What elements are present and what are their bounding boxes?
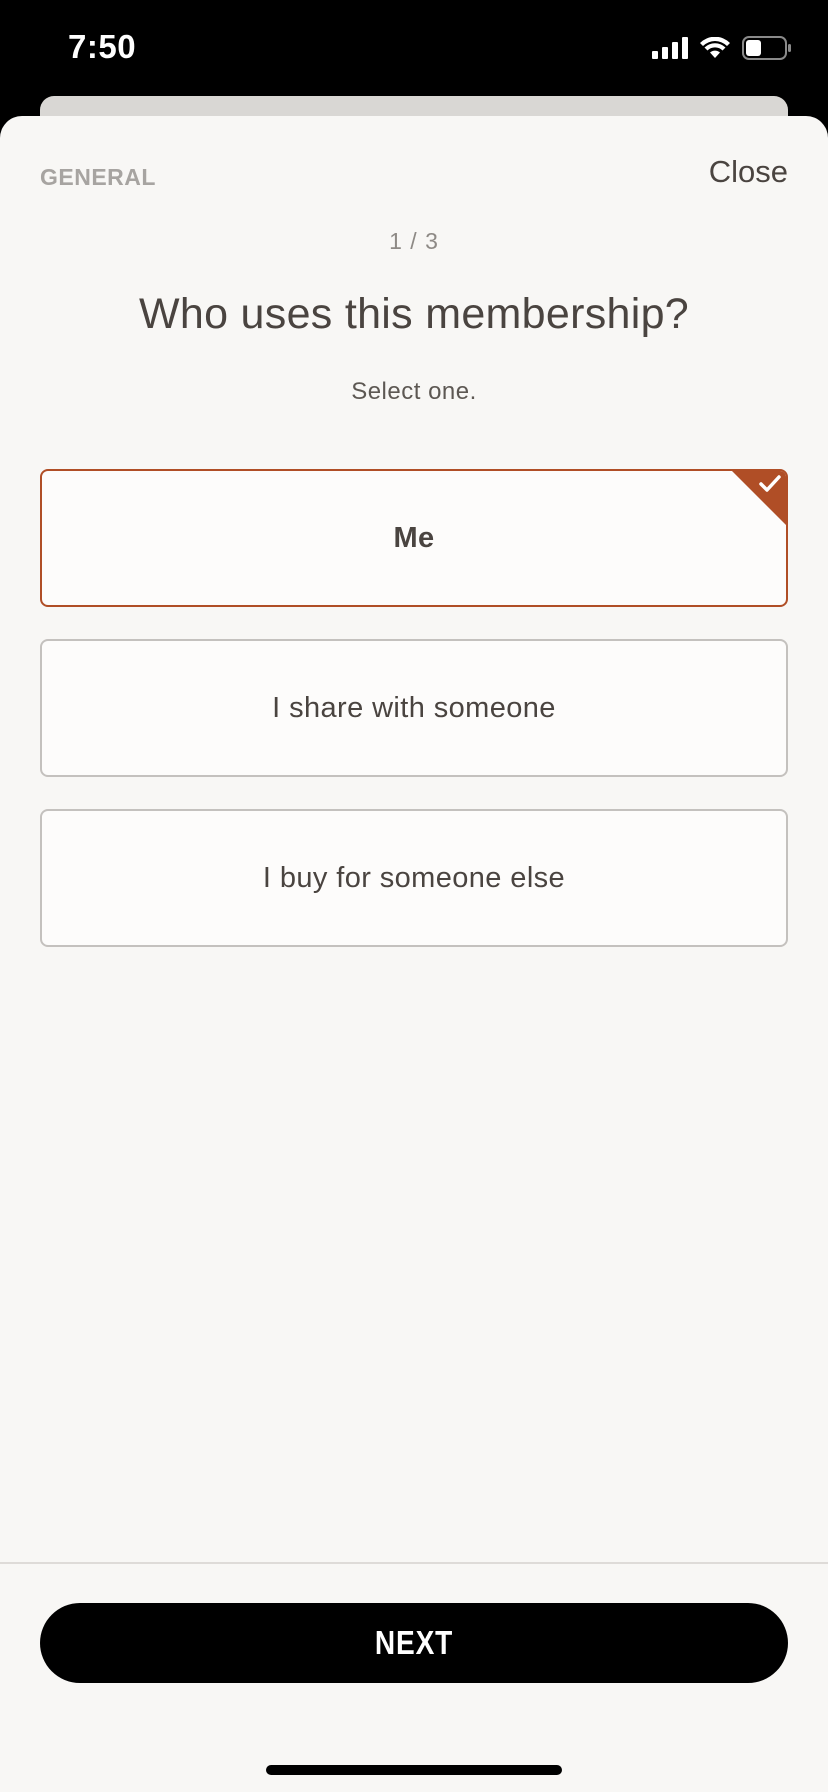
status-bar: 7:50 — [0, 0, 828, 100]
next-button[interactable]: NEXT — [40, 1603, 788, 1683]
battery-icon — [742, 36, 792, 60]
question-instruction: Select one. — [351, 378, 477, 405]
check-icon — [759, 475, 781, 492]
question-title: Who uses this membership? — [139, 290, 689, 338]
option-me[interactable]: Me — [40, 469, 788, 607]
signal-icon — [652, 37, 688, 59]
option-buy-for-someone-else[interactable]: I buy for someone else — [40, 809, 788, 947]
status-time: 7:50 — [68, 28, 137, 65]
status-icons — [652, 36, 792, 60]
modal-sheet: GENERAL Close 1 / 3 Who uses this member… — [0, 116, 828, 1792]
close-button[interactable]: Close — [709, 154, 788, 190]
option-label: I buy for someone else — [262, 861, 566, 894]
footer-divider — [0, 1562, 828, 1564]
wifi-icon — [700, 37, 730, 59]
option-share-with-someone[interactable]: I share with someone — [40, 639, 788, 777]
step-counter: 1 / 3 — [389, 228, 439, 254]
next-button-label: NEXT — [374, 1624, 454, 1661]
section-label: GENERAL — [40, 164, 156, 190]
option-label: I share with someone — [272, 691, 556, 724]
option-label: Me — [393, 521, 435, 554]
home-indicator — [266, 1765, 562, 1775]
